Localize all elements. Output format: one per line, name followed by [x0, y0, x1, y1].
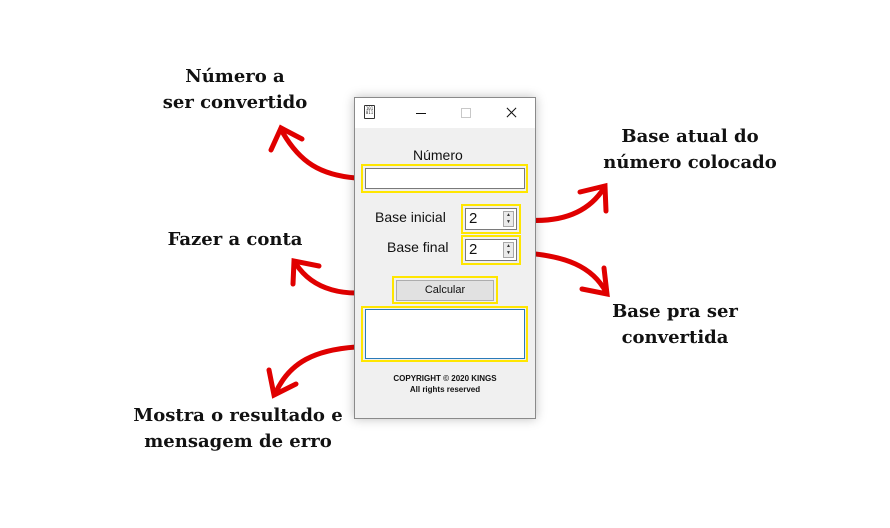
arrow-base-atual	[522, 182, 609, 223]
numero-input[interactable]	[365, 168, 525, 189]
annotation-resultado: Mostra o resultado e mensagem de erro	[133, 405, 343, 452]
base-inicial-spin-buttons[interactable]: ▲ ▼	[503, 211, 514, 227]
minimize-button[interactable]	[399, 98, 445, 128]
annotation-numero: Número a ser convertido	[162, 66, 308, 113]
base-inicial-spinner[interactable]: 2 ▲ ▼	[465, 208, 517, 230]
base-final-spin-buttons[interactable]: ▲ ▼	[503, 242, 514, 258]
base-inicial-label: Base inicial	[375, 209, 446, 225]
spin-up-icon[interactable]: ▲	[504, 212, 513, 219]
maximize-button	[443, 98, 489, 128]
base-final-label: Base final	[387, 239, 449, 255]
arrow-base-pra-ser	[522, 250, 610, 298]
spin-down-icon[interactable]: ▼	[504, 250, 513, 257]
spin-down-icon[interactable]: ▼	[504, 219, 513, 226]
base-inicial-value: 2	[469, 210, 478, 227]
base-final-spinner[interactable]: 2 ▲ ▼	[465, 239, 517, 261]
annotation-base-atual: Base atual do número colocado	[603, 126, 777, 173]
base-final-value: 2	[469, 241, 478, 258]
close-button[interactable]	[489, 98, 535, 128]
result-output[interactable]	[365, 309, 525, 359]
arrow-resultado	[266, 344, 359, 399]
copyright-line-1: COPYRIGHT © 2020 KINGS	[393, 374, 497, 383]
arrow-numero	[268, 124, 359, 181]
calcular-button[interactable]: Calcular	[396, 280, 494, 301]
annotation-base-pra-ser: Base pra ser convertida	[612, 301, 738, 348]
annotation-fazer-conta: Fazer a conta	[167, 229, 303, 250]
copyright-text: COPYRIGHT © 2020 KINGS All rights reserv…	[355, 373, 535, 395]
binary-file-icon: 101 011	[364, 105, 375, 119]
title-bar[interactable]: 101 011	[355, 98, 535, 128]
copyright-line-2: All rights reserved	[409, 385, 481, 394]
numero-label: Número	[413, 147, 463, 163]
spin-up-icon[interactable]: ▲	[504, 243, 513, 250]
converter-window: 101 011 Número Base inicial 2 ▲ ▼ Base fi…	[354, 97, 536, 419]
